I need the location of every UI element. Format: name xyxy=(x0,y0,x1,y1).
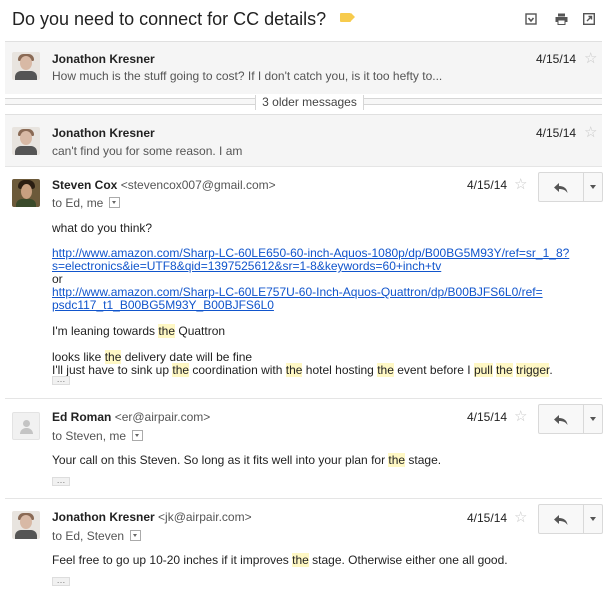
product-link-cont[interactable]: s=electronics&ie=UTF8&qid=1397525612&sr=… xyxy=(52,259,441,273)
collapsed-message[interactable]: Jonathon Kresner can't find you for some… xyxy=(5,114,602,167)
expand-all-icon[interactable] xyxy=(524,13,538,27)
older-messages-label[interactable]: 3 older messages xyxy=(255,95,364,110)
reply-button-group xyxy=(538,172,603,202)
show-trimmed-content-button[interactable]: … xyxy=(52,576,70,586)
recipients[interactable]: to Steven, me xyxy=(52,429,144,443)
reply-button[interactable] xyxy=(539,505,584,533)
message-body: Your call on this Steven. So long as it … xyxy=(52,453,442,467)
reply-button-group xyxy=(538,404,603,434)
reply-button[interactable] xyxy=(539,173,584,201)
label-tag-icon[interactable] xyxy=(340,13,355,22)
message-snippet: can't find you for some reason. I am xyxy=(52,144,243,158)
divider xyxy=(5,398,602,399)
message-date: 4/15/14 xyxy=(467,511,508,525)
body-text: what do you think? xyxy=(52,221,153,235)
star-icon[interactable]: ☆ xyxy=(514,177,527,192)
recipients[interactable]: to Ed, me xyxy=(52,196,121,210)
message-date: 4/15/14 xyxy=(467,410,508,424)
reply-icon xyxy=(554,415,568,425)
thread-subject: Do you need to connect for CC details? xyxy=(12,9,327,29)
sender-email: <er@airpair.com> xyxy=(114,410,211,424)
reply-button[interactable] xyxy=(539,405,584,433)
avatar xyxy=(12,127,40,155)
avatar xyxy=(12,179,40,207)
sender-name: Ed Roman <er@airpair.com> xyxy=(52,410,210,424)
more-options-button[interactable] xyxy=(584,505,602,533)
thread-header: Do you need to connect for CC details? xyxy=(0,0,611,40)
reply-icon xyxy=(554,515,568,525)
message-body: what do you think? http://www.amazon.com… xyxy=(52,222,569,377)
sender-name-text: Jonathon Kresner xyxy=(52,510,155,524)
body-text: Your call on this Steven. So long as it … xyxy=(52,453,442,467)
recipients-text: to Ed, Steven xyxy=(52,529,125,543)
sender-name: Jonathon Kresner xyxy=(52,52,155,66)
sender-name: Jonathon Kresner <jk@airpair.com> xyxy=(52,510,252,524)
recipients[interactable]: to Ed, Steven xyxy=(52,529,142,543)
avatar xyxy=(12,412,40,440)
sender-email: <stevencox007@gmail.com> xyxy=(120,178,276,192)
star-icon[interactable]: ☆ xyxy=(584,125,597,140)
show-details-icon[interactable] xyxy=(109,197,121,208)
print-icon[interactable] xyxy=(554,13,568,27)
show-trimmed-content-button[interactable]: … xyxy=(52,476,70,486)
sender-name-text: Steven Cox xyxy=(52,178,118,192)
more-options-button[interactable] xyxy=(584,405,602,433)
star-icon[interactable]: ☆ xyxy=(584,51,597,66)
show-details-icon[interactable] xyxy=(132,430,144,441)
recipients-text: to Ed, me xyxy=(52,196,104,210)
sender-name-text: Ed Roman xyxy=(52,410,112,424)
product-link-cont[interactable]: psdc117_t1_B00BG5M93Y_B00BJFS6L0 xyxy=(52,298,274,312)
sender-name: Jonathon Kresner xyxy=(52,126,155,140)
show-trimmed-content-button[interactable]: … xyxy=(52,375,70,385)
message-date: 4/15/14 xyxy=(536,52,577,66)
divider xyxy=(5,166,602,167)
reply-button-group xyxy=(538,504,603,534)
more-options-button[interactable] xyxy=(584,173,602,201)
message-body: Feel free to go up 10-20 inches if it im… xyxy=(52,553,508,567)
open-new-window-icon[interactable] xyxy=(582,12,596,27)
body-text: I'll just have to sink up the coordinati… xyxy=(52,363,553,377)
avatar xyxy=(12,52,40,80)
message-date: 4/15/14 xyxy=(467,178,508,192)
older-messages-divider[interactable]: 3 older messages xyxy=(5,94,602,112)
divider xyxy=(5,498,602,499)
collapsed-message[interactable]: Jonathon Kresner How much is the stuff g… xyxy=(5,41,602,94)
recipients-text: to Steven, me xyxy=(52,429,127,443)
body-text: I'm leaning towards the Quattron xyxy=(52,324,226,338)
message-snippet: How much is the stuff going to cost? If … xyxy=(52,69,443,83)
reply-icon xyxy=(554,183,568,193)
show-details-icon[interactable] xyxy=(130,530,142,541)
star-icon[interactable]: ☆ xyxy=(514,409,527,424)
message-date: 4/15/14 xyxy=(536,126,577,140)
body-text: Feel free to go up 10-20 inches if it im… xyxy=(52,553,508,567)
sender-email: <jk@airpair.com> xyxy=(158,510,252,524)
avatar xyxy=(12,511,40,539)
product-link[interactable]: http://www.amazon.com/Sharp-LC-60LE757U-… xyxy=(52,285,543,299)
product-link[interactable]: http://www.amazon.com/Sharp-LC-60LE650-6… xyxy=(52,246,569,260)
sender-name: Steven Cox <stevencox007@gmail.com> xyxy=(52,178,276,192)
star-icon[interactable]: ☆ xyxy=(514,510,527,525)
